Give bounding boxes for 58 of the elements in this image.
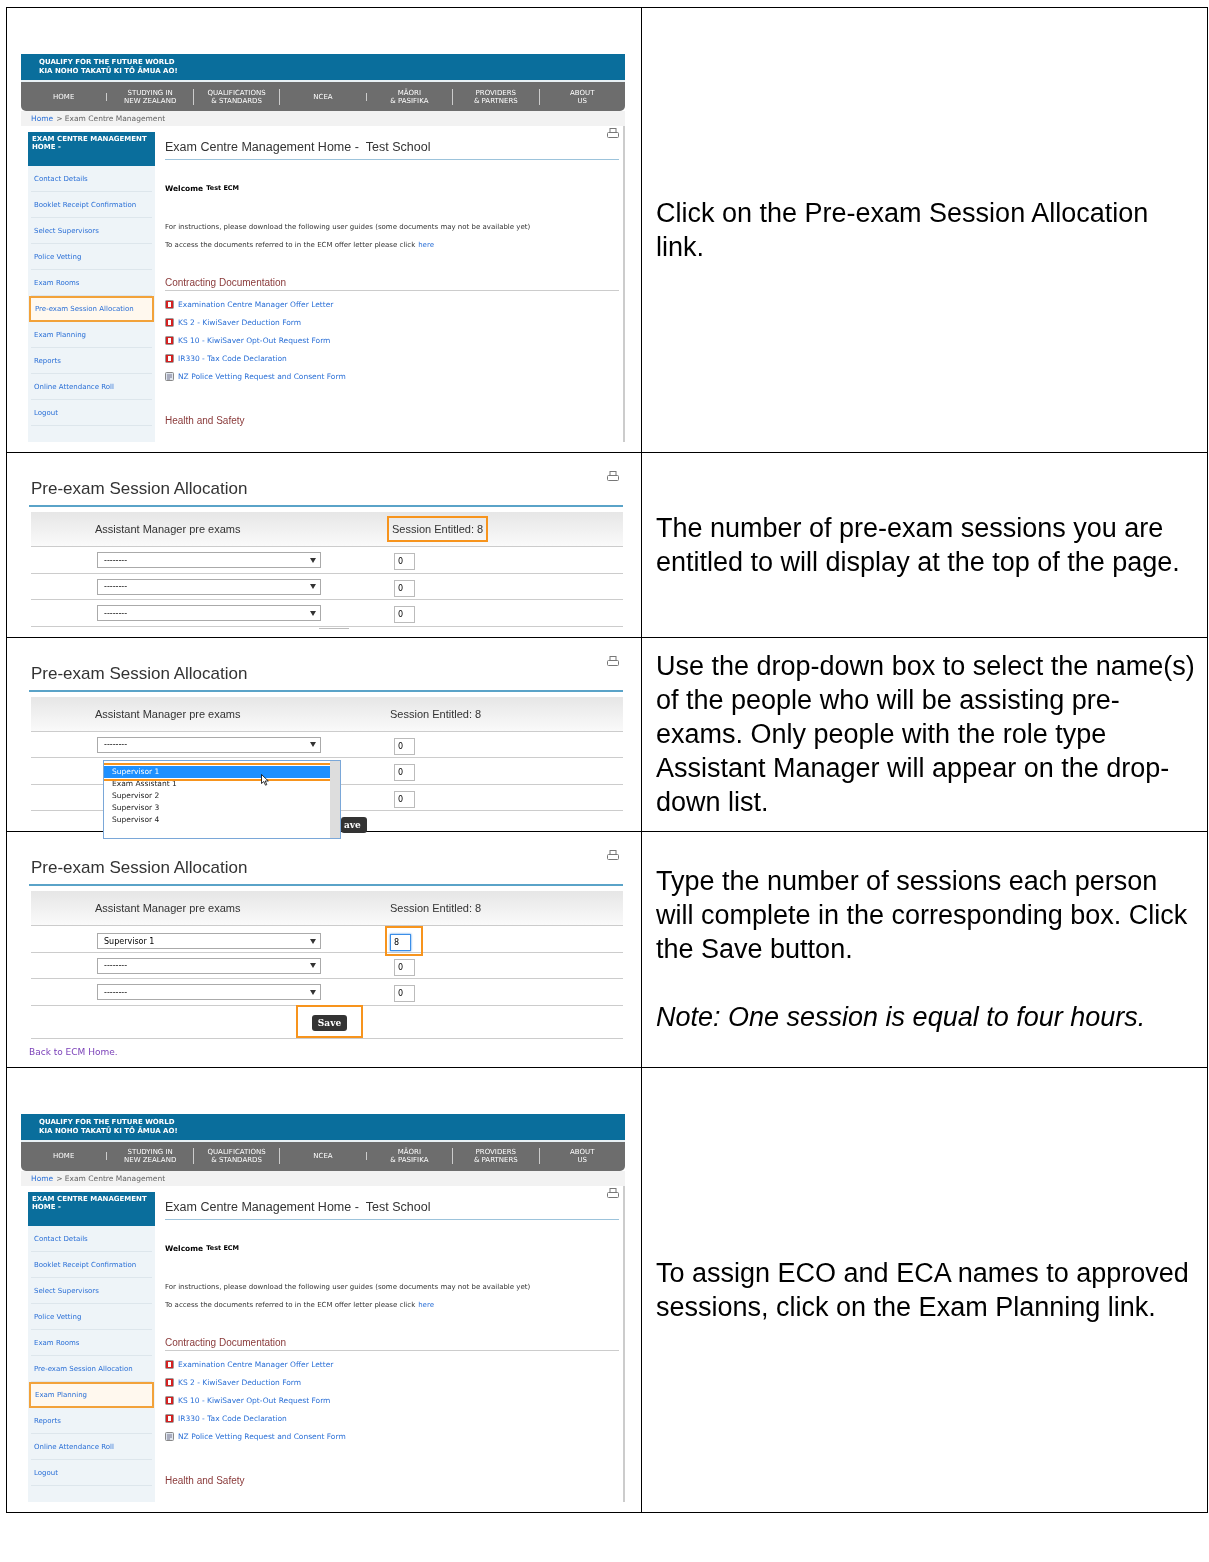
person-dropdown[interactable]: -------- — [97, 578, 321, 595]
sessions-input[interactable]: 0 — [394, 579, 415, 597]
print-icon[interactable] — [607, 850, 619, 861]
section-heading: Contracting Documentation — [165, 277, 619, 291]
section-heading: Health and Safety — [165, 1474, 246, 1485]
school-name: Test School — [365, 1199, 431, 1214]
sessions-input[interactable]: 0 — [394, 790, 415, 808]
person-dropdown[interactable]: -------- — [97, 605, 321, 621]
save-button[interactable]: Save — [311, 1015, 348, 1031]
scrollbar[interactable] — [330, 760, 340, 838]
print-icon[interactable] — [607, 471, 619, 482]
note-text: Note: One session is equal to four hours. — [656, 1001, 1147, 1035]
print-icon[interactable] — [607, 655, 619, 667]
person-dropdown[interactable]: -------- — [97, 736, 321, 753]
page-title: Pre-exam Session Allocation — [29, 848, 623, 886]
print-icon[interactable] — [607, 128, 619, 139]
instruction-text: The number of pre-exam sessions you are entitled to will display at the top of the page. — [656, 511, 1181, 579]
form-icon — [165, 1431, 174, 1441]
sessions-input[interactable]: 0 — [394, 764, 415, 781]
column-header: Assistant Manager pre exams — [95, 523, 242, 535]
form-icon — [165, 372, 174, 381]
sessions-input[interactable]: 0 — [394, 553, 415, 570]
sessions-entitled: Session Entitled: 8 — [389, 901, 483, 916]
instruction-text: Use the drop-down box to select the name(s) of the people who will be assisting pre-exams. Only people with the role type Assistant Manager will appear on the drop-down list. — [656, 650, 1195, 820]
column-header: Assistant Manager pre exams — [95, 902, 242, 914]
instruction-text: To assign ECO and ECA names to approved sessions, click on the Exam Planning link. — [656, 1256, 1190, 1324]
sessions-entitled: Session Entitled: 8 — [389, 706, 483, 722]
sessions-input[interactable]: 0 — [394, 606, 415, 623]
dropdown-arrow-icon — [310, 557, 316, 563]
person-dropdown[interactable]: -------- — [97, 957, 321, 974]
column-header: Assistant Manager pre exams — [95, 707, 242, 720]
back-link[interactable]: Back to ECM Home. — [29, 1046, 118, 1057]
school-name: Test School — [365, 140, 431, 154]
dropdown-arrow-icon — [310, 938, 316, 944]
dropdown-arrow-icon — [310, 989, 316, 995]
dropdown-arrow-icon — [310, 963, 316, 968]
page-title: Pre-exam Session Allocation — [29, 469, 623, 507]
dropdown-arrow-icon — [310, 610, 316, 616]
sessions-input[interactable]: 0 — [394, 958, 415, 976]
dropdown-arrow-icon — [310, 584, 316, 589]
section-heading: Contracting Documentation — [165, 1336, 619, 1351]
page-title: Exam Centre Management Home - — [165, 1199, 359, 1214]
print-icon[interactable] — [607, 1187, 619, 1199]
page-title: Pre-exam Session Allocation — [29, 653, 623, 692]
person-dropdown[interactable]: -------- — [97, 552, 321, 568]
save-button[interactable]: ave — [341, 816, 367, 833]
sessions-entitled: Session Entitled: 8 — [387, 516, 489, 542]
sessions-input[interactable]: 0 — [394, 737, 415, 755]
person-dropdown[interactable]: -------- — [97, 984, 321, 1000]
section-heading: Health and Safety — [165, 415, 246, 425]
sessions-input[interactable]: 8 — [390, 934, 411, 951]
sessions-input[interactable]: 0 — [394, 985, 415, 1002]
instruction-text: Type the number of sessions each person will complete in the corresponding box. Click the Save button. — [656, 865, 1189, 967]
page-title: Exam Centre Management Home - — [165, 140, 359, 154]
dropdown-arrow-icon — [310, 742, 316, 747]
mouse-cursor-icon — [261, 773, 269, 786]
instruction-text: Click on the Pre-exam Session Allocation link. — [656, 197, 1150, 264]
person-dropdown[interactable]: Supervisor 1 — [97, 933, 321, 949]
